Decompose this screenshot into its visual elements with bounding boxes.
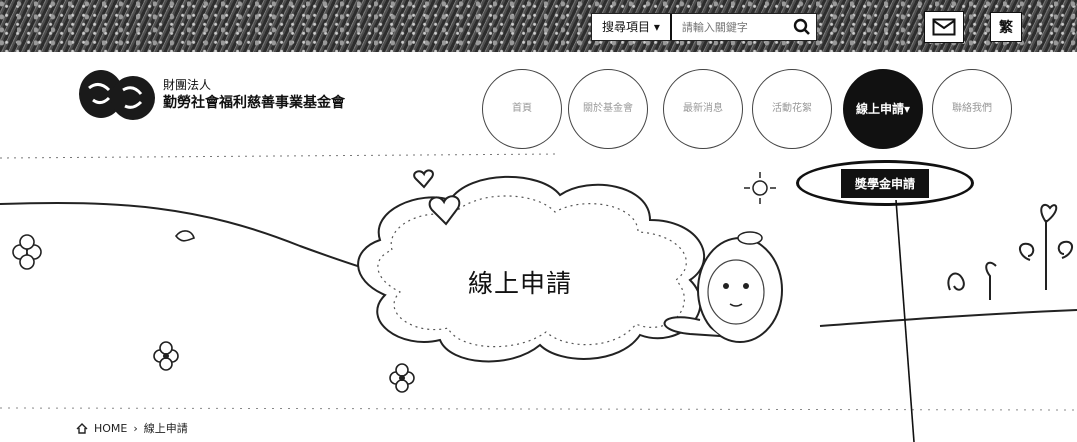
- home-icon: [76, 422, 88, 434]
- breadcrumb-current: 線上申請: [143, 422, 188, 435]
- breadcrumb-home-link[interactable]: HOME: [94, 422, 127, 435]
- breadcrumb: HOME › 線上申請: [76, 420, 188, 436]
- annotation-pointer-line: [895, 199, 915, 442]
- breadcrumb-separator: ›: [133, 421, 138, 435]
